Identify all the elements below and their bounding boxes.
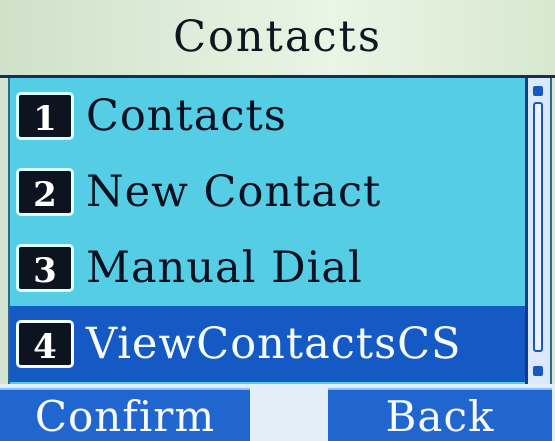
page-title: Contacts xyxy=(173,12,382,62)
back-button[interactable]: Back xyxy=(328,388,552,441)
phone-screen: Contacts 1 Contacts 2 New Contact 3 Manu… xyxy=(0,0,555,441)
scroll-up-icon[interactable] xyxy=(533,86,543,96)
menu-item-label: Contacts xyxy=(86,91,287,141)
vertical-scrollbar[interactable] xyxy=(525,78,550,384)
menu-item-contacts[interactable]: 1 Contacts xyxy=(10,78,528,154)
scroll-thumb[interactable] xyxy=(533,102,543,352)
softkey-bar: Confirm Back xyxy=(0,384,555,441)
number-badge: 3 xyxy=(16,244,74,292)
menu-item-manual-dial[interactable]: 3 Manual Dial xyxy=(10,230,528,306)
number-badge: 4 xyxy=(16,320,74,368)
number-badge: 2 xyxy=(16,168,74,216)
header-bar: Contacts xyxy=(0,0,555,78)
menu-item-label: Manual Dial xyxy=(86,243,363,293)
confirm-button[interactable]: Confirm xyxy=(0,388,250,441)
menu-item-view-contacts-cs[interactable]: 4 ViewContactsCS xyxy=(10,306,528,382)
menu-item-new-contact[interactable]: 2 New Contact xyxy=(10,154,528,230)
scroll-down-icon[interactable] xyxy=(533,366,543,376)
menu-item-label: ViewContactsCS xyxy=(86,319,462,369)
menu-item-label: New Contact xyxy=(86,167,382,217)
contacts-menu-list: 1 Contacts 2 New Contact 3 Manual Dial 4… xyxy=(8,78,552,384)
number-badge: 1 xyxy=(16,92,74,140)
